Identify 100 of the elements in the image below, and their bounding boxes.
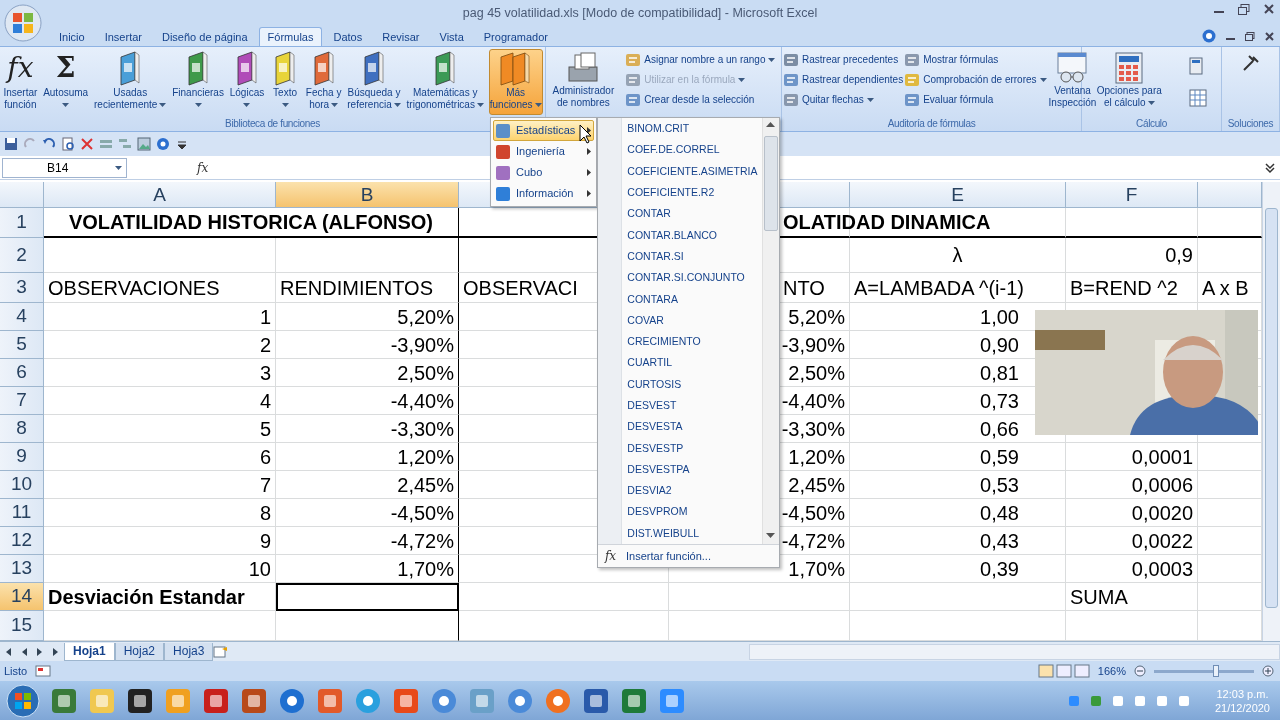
column-header[interactable]: B: [276, 182, 459, 208]
insert-rows-icon[interactable]: [118, 137, 132, 151]
menu-item[interactable]: Información: [493, 183, 594, 204]
delete-rows-icon[interactable]: [99, 137, 113, 151]
restore-icon[interactable]: [1245, 31, 1255, 41]
ribbon-tab[interactable]: Programador: [474, 27, 557, 46]
sheet-tab[interactable]: Hoja2: [114, 642, 165, 661]
ribbon-button[interactable]: Financieras: [171, 49, 225, 115]
row-header[interactable]: 12: [0, 527, 44, 555]
sheet-tab[interactable]: Hoja3: [164, 642, 214, 661]
row-header[interactable]: 11: [0, 499, 44, 527]
menu-scrollbar[interactable]: [762, 118, 779, 544]
network-icon[interactable]: [1176, 693, 1191, 708]
menu-item[interactable]: COEFICIENTE.ASIMETRIA: [622, 160, 763, 182]
ribbon-button[interactable]: Mostrar fórmulas: [904, 51, 1047, 69]
app-icon[interactable]: [126, 686, 154, 715]
image-icon[interactable]: [137, 137, 151, 151]
browser-icon[interactable]: [544, 686, 572, 715]
row-header[interactable]: 9: [0, 443, 44, 471]
menu-item[interactable]: Cubo: [493, 162, 594, 183]
name-box[interactable]: B14: [2, 157, 127, 178]
word-processor-icon[interactable]: [582, 686, 610, 715]
menu-item[interactable]: CONTAR.SI: [622, 245, 763, 268]
row-header[interactable]: 6: [0, 359, 44, 387]
row-header[interactable]: 1: [0, 208, 44, 238]
ribbon-button[interactable]: Opciones para el cálculo: [1095, 49, 1163, 115]
row-header[interactable]: 2: [0, 238, 44, 273]
row-header[interactable]: 7: [0, 387, 44, 415]
ribbon-button[interactable]: Rastrear precedentes: [783, 51, 904, 69]
scroll-thumb[interactable]: [764, 136, 778, 231]
print-preview-icon[interactable]: [61, 137, 75, 151]
vertical-scrollbar[interactable]: [1262, 182, 1280, 641]
spreadsheet-icon[interactable]: [620, 686, 648, 715]
ribbon-tab[interactable]: Fórmulas: [258, 27, 323, 46]
start-button-icon[interactable]: [6, 683, 40, 718]
battery-icon[interactable]: [1154, 693, 1169, 708]
column-header[interactable]: [1198, 182, 1262, 208]
ribbon-button[interactable]: Más funciones: [488, 49, 543, 115]
ribbon-button[interactable]: Evaluar fórmula: [904, 91, 1047, 109]
restore-icon[interactable]: [1238, 4, 1250, 15]
ribbon-tab[interactable]: Vista: [430, 27, 473, 46]
ribbon-button[interactable]: Administrador de nombres: [551, 49, 616, 115]
close-icon[interactable]: [1264, 4, 1274, 14]
row-header[interactable]: 5: [0, 331, 44, 359]
view-buttons-icon[interactable]: [1037, 664, 1090, 678]
folder-icon[interactable]: [88, 686, 116, 715]
row-header[interactable]: 4: [0, 303, 44, 331]
row-header[interactable]: 3: [0, 273, 44, 303]
ribbon-button[interactable]: Σ Autosuma: [42, 49, 90, 115]
selected-cell[interactable]: [276, 583, 459, 611]
horizontal-scrollbar[interactable]: [749, 643, 1280, 660]
column-header[interactable]: E: [850, 182, 1066, 208]
delete-columns-icon[interactable]: [80, 137, 94, 151]
column-header[interactable]: F: [1066, 182, 1198, 208]
video-call-icon[interactable]: [1066, 693, 1081, 708]
save-icon[interactable]: [4, 137, 18, 151]
row-header[interactable]: 13: [0, 555, 44, 583]
row-header[interactable]: 15: [0, 611, 44, 641]
ribbon-button[interactable]: fx Insertar función: [2, 49, 39, 115]
ribbon-button[interactable]: Quitar flechas: [783, 91, 904, 109]
new-sheet-icon[interactable]: [213, 645, 230, 658]
row-header[interactable]: 14: [0, 583, 44, 611]
browser-icon[interactable]: [506, 686, 534, 715]
ribbon-button[interactable]: Lógicas: [228, 49, 266, 115]
ribbon-button[interactable]: Fecha y hora: [304, 49, 343, 115]
ribbon-button[interactable]: Texto: [269, 49, 302, 115]
ribbon-tab[interactable]: Inicio: [50, 27, 94, 46]
ribbon-tab[interactable]: Revisar: [373, 27, 429, 46]
menu-item[interactable]: COEF.DE.CORREL: [622, 139, 763, 161]
menu-item[interactable]: Ingeniería: [493, 141, 594, 162]
help-icon[interactable]: [156, 137, 170, 151]
select-all-corner[interactable]: [0, 182, 44, 208]
ribbon-button[interactable]: Rastrear dependientes: [783, 71, 904, 89]
help-icon[interactable]: [1202, 29, 1216, 43]
zoom-out-icon[interactable]: [1134, 665, 1146, 677]
ribbon-button[interactable]: Crear desde la selección: [625, 91, 776, 109]
row-header[interactable]: 8: [0, 415, 44, 443]
macro-record-icon[interactable]: [35, 665, 52, 677]
ribbon-button[interactable]: Usadas recientemente: [93, 49, 168, 115]
sheet-tab[interactable]: Hoja1: [64, 642, 115, 661]
monitor-icon[interactable]: [50, 686, 78, 715]
ribbon-button[interactable]: Comprobación de errores: [904, 71, 1047, 89]
speaker-icon[interactable]: [1110, 693, 1125, 708]
expand-icon[interactable]: [1264, 161, 1276, 174]
menu-item[interactable]: BINOM.CRIT: [622, 118, 763, 140]
ribbon-button[interactable]: Matemáticas y trigonométricas: [405, 49, 485, 115]
video-call-icon[interactable]: [658, 686, 686, 715]
browser-icon[interactable]: [430, 686, 458, 715]
ribbon-button[interactable]: Búsqueda y referencia: [346, 49, 402, 115]
menu-item[interactable]: Estadísticas: [493, 120, 594, 141]
ribbon-button[interactable]: Ventana Inspección: [1047, 49, 1098, 115]
ribbon-tab[interactable]: Diseño de página: [153, 27, 257, 46]
zoom-in-icon[interactable]: [1262, 665, 1274, 677]
sheet-icon[interactable]: [1189, 89, 1208, 107]
app-icon[interactable]: [278, 686, 306, 715]
ribbon-button[interactable]: Asignar nombre a un rango: [625, 51, 776, 69]
signal-icon[interactable]: [1132, 693, 1147, 708]
calculator-icon[interactable]: [1189, 57, 1204, 75]
row-header[interactable]: 10: [0, 471, 44, 499]
column-header[interactable]: A: [44, 182, 276, 208]
